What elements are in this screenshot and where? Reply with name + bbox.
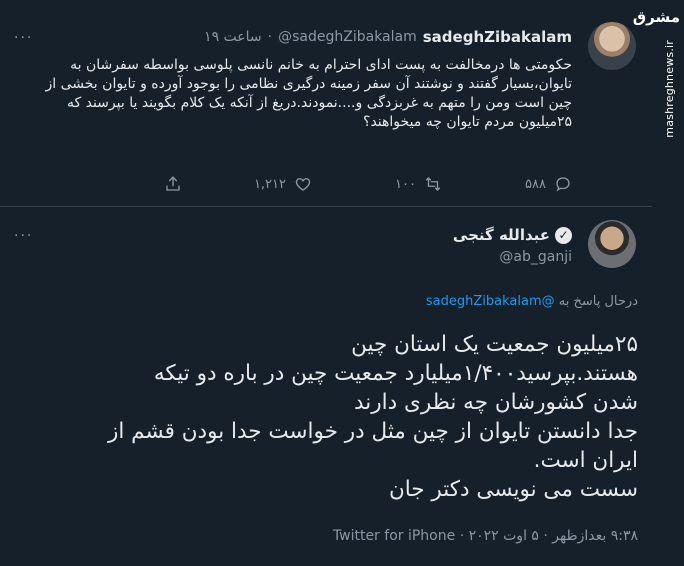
tweet-actions: ۵۸۸ ۱۰۰ ۱,۲۱۲ bbox=[72, 175, 572, 193]
screenshot-frame: sadeghZibakalam @sadeghZibakalam · ۱۹ سا… bbox=[0, 0, 652, 566]
tweet-line: سست می نویسی دکتر جان bbox=[388, 477, 638, 502]
share-button[interactable] bbox=[72, 175, 182, 193]
like-button[interactable]: ۱,۲۱۲ bbox=[202, 175, 312, 193]
tweet-line: ۲۵میلیون جمعیت یک استان چین bbox=[351, 332, 638, 357]
avatar[interactable] bbox=[588, 22, 636, 70]
reply-mention-link[interactable]: @sadeghZibakalam bbox=[426, 294, 555, 309]
verified-badge-icon: ✓ bbox=[555, 226, 572, 244]
avatar[interactable] bbox=[588, 220, 636, 268]
tweet-source[interactable]: Twitter for iPhone bbox=[333, 528, 455, 544]
tweet-header: sadeghZibakalam @sadeghZibakalam · ۱۹ سا… bbox=[204, 28, 572, 46]
reply-tweet-header: عبدالله گنجی ✓ @ab_ganji bbox=[453, 226, 572, 265]
separator-dot: · bbox=[543, 528, 548, 544]
reply-button[interactable]: ۵۸۸ bbox=[462, 175, 572, 193]
user-handle[interactable]: @ab_ganji bbox=[453, 249, 572, 265]
retweet-count: ۱۰۰ bbox=[395, 176, 416, 192]
user-handle[interactable]: @sadeghZibakalam bbox=[278, 29, 417, 45]
site-logo: مشرق bbox=[632, 8, 680, 26]
replying-to-label: درحال پاسخ به bbox=[558, 294, 638, 309]
original-tweet[interactable]: sadeghZibakalam @sadeghZibakalam · ۱۹ سا… bbox=[0, 0, 652, 207]
tweet-line: جدا دانستن تایوان از چین مثل در خواست جد… bbox=[107, 419, 638, 444]
tweet-time[interactable]: ۱۹ ساعت bbox=[204, 29, 262, 45]
reply-tweet-text: ۲۵میلیون جمعیت یک استان چین هستند.بپرسید… bbox=[12, 330, 638, 504]
tweet-line: هستند.بپرسید۱/۴۰۰میلیارد جمعیت چین در با… bbox=[153, 361, 638, 386]
separator-dot: · bbox=[459, 528, 465, 544]
reply-count: ۵۸۸ bbox=[525, 176, 546, 192]
like-count: ۱,۲۱۲ bbox=[253, 176, 286, 192]
tweet-date[interactable]: ۵ اوت ۲۰۲۲ bbox=[469, 528, 539, 544]
display-name[interactable]: عبدالله گنجی bbox=[453, 226, 550, 244]
retweet-button[interactable]: ۱۰۰ bbox=[332, 175, 442, 193]
reply-icon bbox=[554, 175, 572, 193]
retweet-icon bbox=[424, 175, 442, 193]
tweet-time[interactable]: ۹:۳۸ بعدازظهر bbox=[552, 528, 638, 544]
like-icon bbox=[294, 175, 312, 193]
more-options-icon[interactable]: ··· bbox=[14, 30, 33, 46]
tweet-text: حکومتی ها درمخالفت به پست ادای احترام به… bbox=[45, 57, 572, 130]
replying-to: درحال پاسخ به @sadeghZibakalam bbox=[426, 294, 638, 309]
tweet-line: ایران است. bbox=[533, 448, 638, 473]
tweet-meta: ۹:۳۸ بعدازظهر · ۵ اوت ۲۰۲۲ · Twitter for… bbox=[333, 528, 638, 544]
more-options-icon[interactable]: ··· bbox=[14, 228, 33, 244]
display-name[interactable]: sadeghZibakalam bbox=[423, 28, 572, 46]
site-watermark: mashreghnews.ir bbox=[663, 40, 676, 138]
separator-dot: · bbox=[267, 29, 273, 45]
tweet-line: شدن کشورشان چه نظری دارند bbox=[353, 390, 638, 415]
share-icon bbox=[164, 175, 182, 193]
watermark: مشرق mashreghnews.ir bbox=[632, 0, 684, 566]
